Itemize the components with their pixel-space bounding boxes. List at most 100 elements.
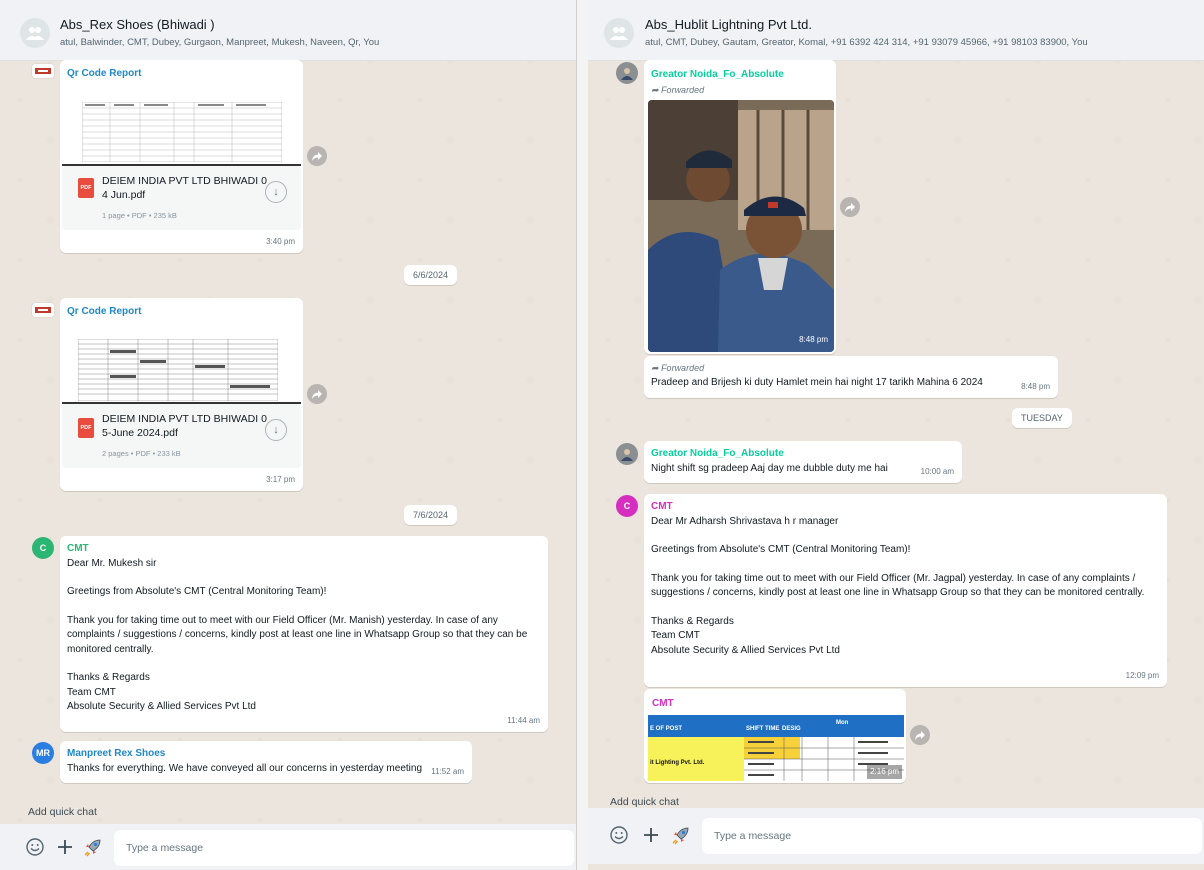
chat-header[interactable]: Abs_Hublit Lightning Pvt Ltd. atul, CMT,… [588, 0, 1204, 61]
document-thumbnail[interactable] [62, 88, 301, 166]
forward-button[interactable] [840, 197, 860, 217]
shared-roster-image[interactable]: E OF POST SHIFT TIME DESIG Mon it Lighti… [648, 715, 904, 781]
message-composer [0, 824, 576, 870]
message-time: 11:44 am [507, 715, 540, 725]
message-time: 12:09 pm [1125, 670, 1159, 680]
forward-icon [312, 389, 322, 399]
sender-name[interactable]: CMT [651, 500, 1157, 515]
download-button[interactable]: ↓ [265, 181, 287, 203]
message-input[interactable] [702, 818, 1202, 854]
document-meta: 2 pages • PDF • 233 kB [102, 449, 181, 458]
message-time: 2:16 pm [867, 764, 902, 779]
forward-icon [915, 730, 925, 740]
attach-button[interactable] [54, 836, 76, 858]
roster-header-post: E OF POST [650, 726, 683, 732]
message-line: Thanks & Regards [67, 672, 150, 683]
rocket-icon [672, 827, 689, 845]
document-name-line2: 5-June 2024.pdf [102, 427, 178, 439]
roster-header-desig: DESIG [782, 726, 801, 732]
message-composer [588, 808, 1204, 864]
pdf-icon: PDF [78, 178, 94, 198]
document-name-line2: 4 Jun.pdf [102, 189, 146, 201]
sender-name[interactable]: Manpreet Rex Shoes [67, 747, 424, 762]
person-icon [621, 449, 633, 461]
document-file-row[interactable]: PDF DEIEM INDIA PVT LTD BHIWADI 0 4 Jun.… [62, 166, 301, 230]
sender-avatar[interactable]: C [32, 537, 54, 559]
rocket-button[interactable] [670, 824, 692, 846]
message-time: 11:52 am [431, 766, 464, 776]
text-message[interactable]: CMT Dear Mr. Mukesh sir Greetings from A… [60, 536, 548, 732]
download-arrow-icon: ↓ [273, 185, 279, 198]
message-line: Thank you for taking time out to meet wi… [67, 614, 528, 655]
document-message[interactable]: Qr Code Report PDF DEIEM INDIA PVT LTD B… [60, 298, 303, 491]
document-message[interactable]: Qr Code Report PDF DEIEM INDIA PVT LTD B… [60, 60, 303, 253]
text-message[interactable]: ➦ Forwarded Pradeep and Brijesh ki duty … [644, 356, 1058, 398]
company-logo-icon [35, 68, 51, 74]
message-line: Greetings from Absolute's CMT (Central M… [651, 544, 911, 555]
add-quick-chat[interactable]: Add quick chat [28, 806, 97, 818]
rocket-button[interactable] [82, 836, 104, 858]
message-line: Thanks for everything. We have conveyed … [67, 762, 422, 774]
image-message[interactable]: CMT E OF POST SHIFT TIME DESIG Mon it Li… [644, 689, 906, 783]
message-line: Dear Mr Adharsh Shrivastava h r manager [651, 515, 839, 527]
sender-logo-avatar[interactable] [32, 64, 54, 78]
forward-button[interactable] [910, 725, 930, 745]
forwarded-text: Forwarded [661, 85, 705, 95]
sender-avatar[interactable]: MR [32, 742, 54, 764]
attach-button[interactable] [640, 824, 662, 846]
text-message[interactable]: CMT Dear Mr Adharsh Shrivastava h r mana… [644, 494, 1167, 687]
sender-photo-avatar[interactable] [616, 62, 638, 84]
forwarded-text: Forwarded [661, 363, 705, 373]
sender-name[interactable]: Qr Code Report [67, 305, 141, 320]
message-line: Dear Mr. Mukesh sir [67, 557, 157, 569]
image-message[interactable]: Greator Noida_Fo_Absolute ➦ Forwarded 8:… [644, 60, 836, 354]
chat-title: Abs_Hublit Lightning Pvt Ltd. [645, 17, 812, 32]
forwarded-label: ➦ Forwarded [651, 83, 704, 98]
document-file-row[interactable]: PDF DEIEM INDIA PVT LTD BHIWADI 0 5-June… [62, 404, 301, 468]
group-icon [26, 27, 44, 40]
sender-avatar[interactable]: C [616, 495, 638, 517]
download-button[interactable]: ↓ [265, 419, 287, 441]
chat-members: atul, CMT, Dubey, Gautam, Greator, Komal… [645, 37, 1088, 48]
text-message[interactable]: Greator Noida_Fo_Absolute Night shift sg… [644, 441, 962, 483]
sender-name[interactable]: CMT [652, 697, 674, 712]
roster-header-mon: Mon [836, 720, 849, 726]
group-avatar[interactable] [604, 18, 634, 48]
sender-name[interactable]: CMT [67, 542, 540, 557]
message-time: 3:17 pm [266, 474, 295, 484]
sender-name[interactable]: Greator Noida_Fo_Absolute [651, 68, 784, 83]
table-preview-icon [82, 102, 282, 162]
message-line: Team CMT [651, 630, 700, 641]
message-input[interactable] [114, 830, 574, 866]
emoji-button[interactable] [24, 836, 46, 858]
forwarded-arrow-icon: ➦ [651, 363, 659, 373]
document-name-line1: DEIEM INDIA PVT LTD BHIWADI 0 [102, 175, 267, 187]
roster-client-name: it Lighting Pvt. Ltd. [650, 760, 705, 766]
forward-button[interactable] [307, 146, 327, 166]
download-arrow-icon: ↓ [273, 423, 279, 436]
emoji-button[interactable] [608, 824, 630, 846]
table-preview-icon [78, 339, 278, 401]
emoji-icon [26, 838, 44, 856]
company-logo-icon [35, 307, 51, 313]
document-name-line1: DEIEM INDIA PVT LTD BHIWADI 0 [102, 413, 267, 425]
forward-button[interactable] [307, 384, 327, 404]
plus-icon [644, 828, 658, 842]
group-icon [610, 27, 628, 40]
add-quick-chat[interactable]: Add quick chat [610, 796, 679, 808]
sender-logo-avatar[interactable] [32, 303, 54, 317]
sender-name[interactable]: Greator Noida_Fo_Absolute [651, 447, 914, 462]
group-avatar[interactable] [20, 18, 50, 48]
message-line: Absolute Security & Allied Services Pvt … [651, 644, 840, 656]
forwarded-label: ➦ Forwarded [651, 361, 1010, 376]
sender-photo-avatar[interactable] [616, 443, 638, 465]
emoji-icon [610, 826, 628, 844]
forward-icon [312, 151, 322, 161]
document-thumbnail[interactable] [62, 326, 301, 404]
message-line: Night shift sg pradeep Aaj day me dubble… [651, 462, 888, 474]
sender-name[interactable]: Qr Code Report [67, 67, 141, 82]
text-message[interactable]: Manpreet Rex Shoes Thanks for everything… [60, 741, 472, 783]
date-separator: 6/6/2024 [404, 265, 458, 285]
chat-header[interactable]: Abs_Rex Shoes (Bhiwadi ) atul, Balwinder… [0, 0, 576, 61]
shared-photo[interactable]: 8:48 pm [648, 100, 834, 352]
